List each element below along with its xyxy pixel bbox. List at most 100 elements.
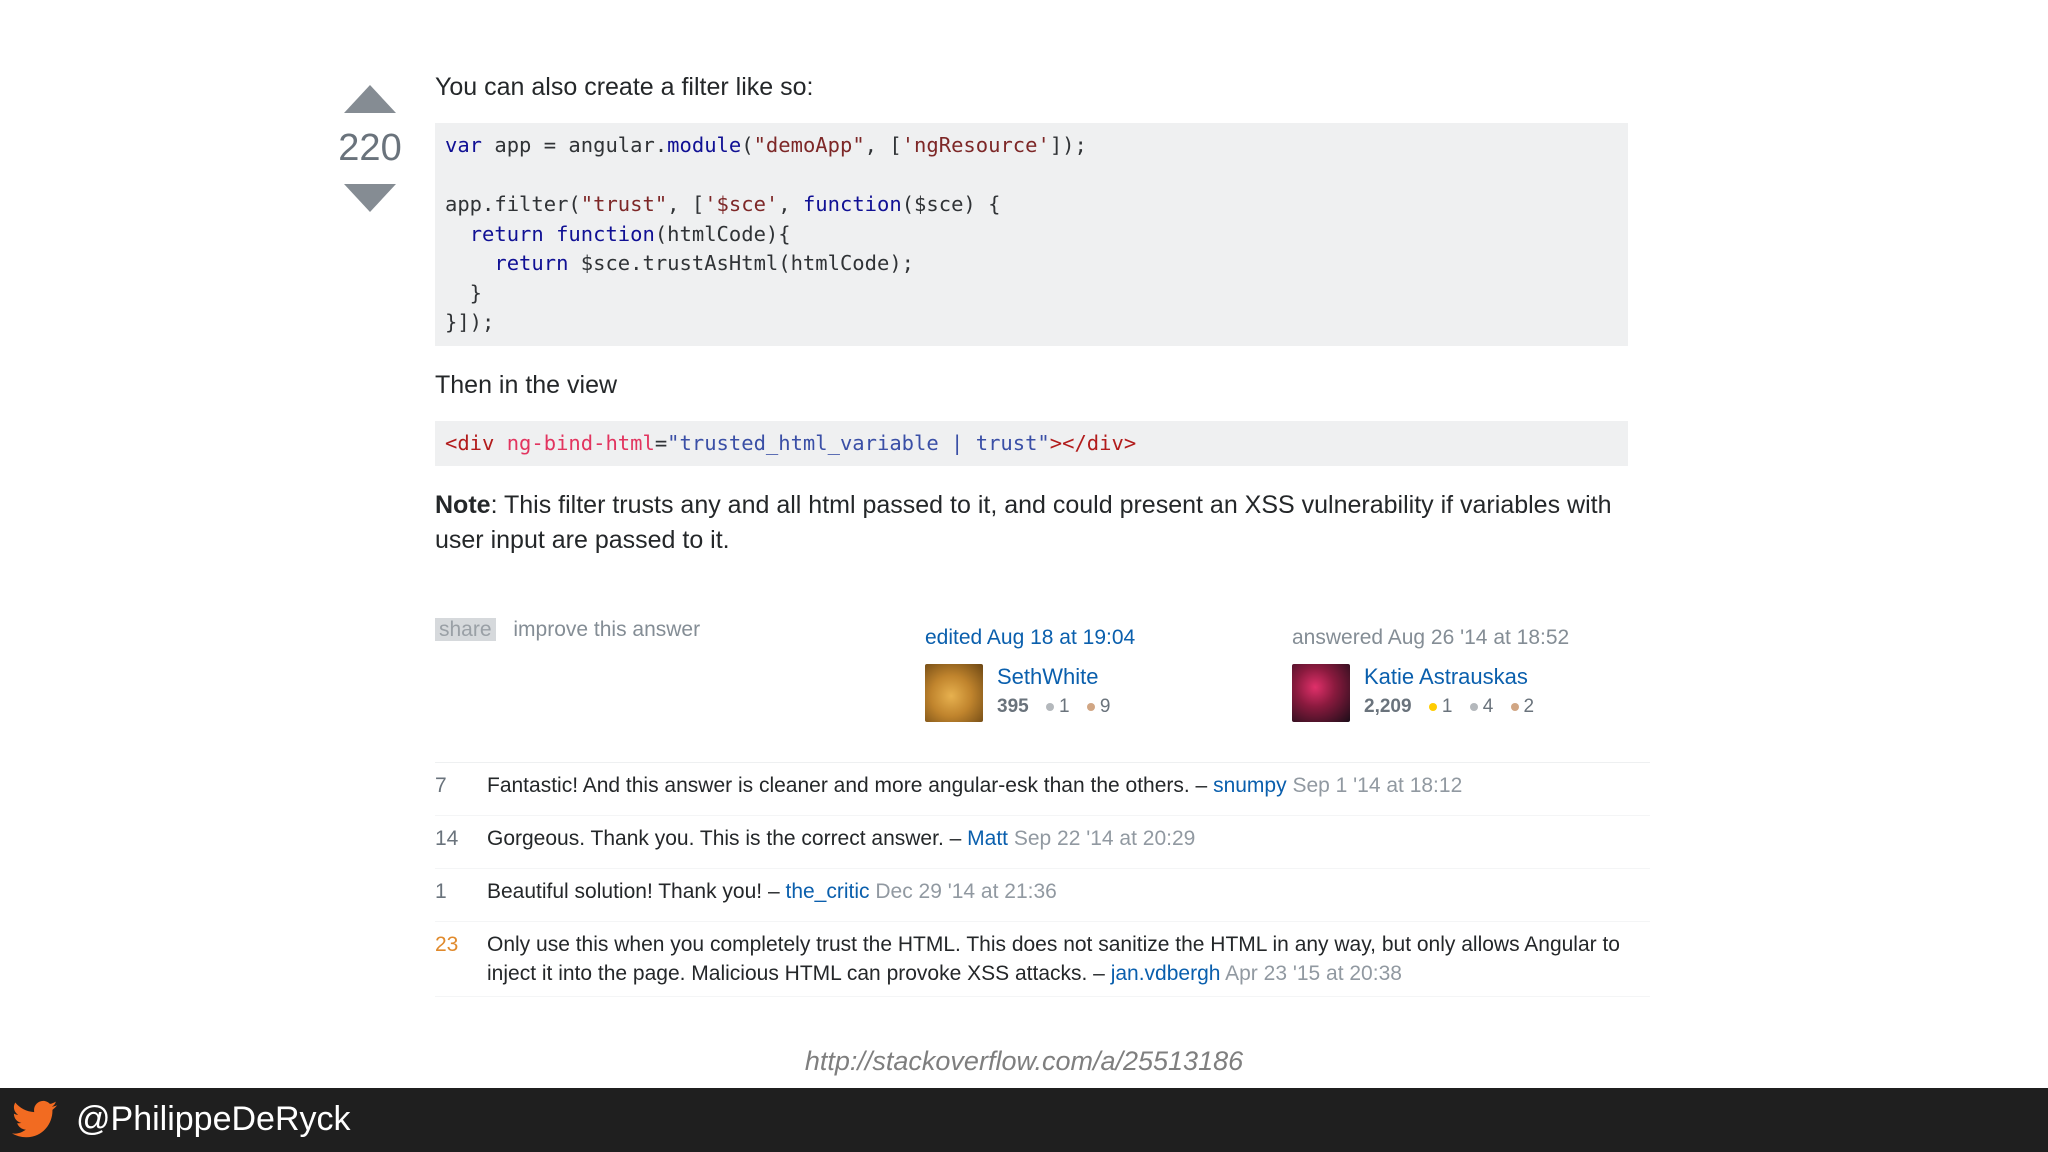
code-token: return <box>494 251 569 275</box>
bronze-badge: 2 <box>1510 696 1535 717</box>
silver-badge: 1 <box>1045 696 1070 717</box>
code-token: = <box>654 430 668 455</box>
comment: 7 Fantastic! And this answer is cleaner … <box>435 763 1650 816</box>
code-block-view: <div ng-bind-html="trusted_html_variable… <box>435 420 1628 466</box>
comment-text: Beautiful solution! Thank you! – <box>487 880 786 903</box>
vote-count: 220 <box>338 127 402 169</box>
reputation-score: 2,209 <box>1364 696 1412 717</box>
code-token: , [ <box>864 133 902 157</box>
silver-badge-icon <box>1469 702 1478 711</box>
bronze-badge-count: 2 <box>1523 696 1535 717</box>
code-token: ng-bind-html <box>506 430 655 455</box>
comment: 1 Beautiful solution! Thank you! – the_c… <box>435 869 1650 922</box>
code-token: module <box>667 133 742 157</box>
note-body: : This filter trusts any and all html pa… <box>435 491 1612 554</box>
view-text: Then in the view <box>435 370 618 399</box>
comment-text: Fantastic! And this answer is cleaner an… <box>487 774 1214 797</box>
editor-card: SethWhite 395 1 9 <box>925 664 1135 722</box>
silver-badge: 4 <box>1469 696 1494 717</box>
bronze-badge: 9 <box>1086 696 1111 717</box>
code-token: , <box>778 192 803 216</box>
code-token: 'ngResource' <box>901 133 1050 157</box>
code-token: } <box>445 280 483 305</box>
comment-date[interactable]: Apr 23 '15 at 20:38 <box>1225 962 1402 985</box>
code-line: app.filter("trust", ['$sce', function($s… <box>445 192 1000 216</box>
gold-badge-icon <box>1428 702 1437 711</box>
code-token: function <box>802 192 902 216</box>
code-token: var <box>445 133 483 157</box>
comment-date[interactable]: Dec 29 '14 at 21:36 <box>875 880 1056 903</box>
gold-badge: 1 <box>1428 696 1452 717</box>
code-token: ( <box>741 133 754 157</box>
bronze-badge-icon <box>1086 702 1095 711</box>
comment-score: 14 <box>435 827 459 850</box>
code-token: ]); <box>1049 133 1087 157</box>
answered-signature: answered Aug 26 '14 at 18:52 Katie Astra… <box>1292 626 1569 722</box>
comment: 14 Gorgeous. Thank you. This is the corr… <box>435 816 1650 869</box>
comment-score: 23 <box>435 933 459 956</box>
avatar[interactable] <box>925 664 983 722</box>
code-token: '$sce' <box>704 192 779 216</box>
code-token: }]); <box>445 310 495 334</box>
edited-time-link[interactable]: edited Aug 18 at 19:04 <box>925 626 1135 650</box>
comment-user-link[interactable]: jan.vdbergh <box>1111 962 1221 985</box>
code-line: <div ng-bind-html="trusted_html_variable… <box>445 431 1136 455</box>
silver-badge-icon <box>1045 702 1054 711</box>
code-token: <div <box>445 430 507 455</box>
comment: 23 Only use this when you completely tru… <box>435 922 1650 997</box>
avatar[interactable] <box>1292 664 1350 722</box>
post-menu: share improve this answer <box>435 618 712 642</box>
comment-score: 7 <box>435 774 447 797</box>
code-token: app.filter( <box>445 192 581 216</box>
comment-text: Gorgeous. Thank you. This is the correct… <box>487 827 968 850</box>
silver-badge-count: 4 <box>1482 696 1494 717</box>
comment-date[interactable]: Sep 1 '14 at 18:12 <box>1292 774 1462 797</box>
code-token: ($sce) { <box>901 192 1001 216</box>
code-token: function <box>556 221 655 246</box>
comment-user-link[interactable]: snumpy <box>1213 774 1287 797</box>
code-token: "trust" <box>580 192 668 216</box>
comments-list: 7 Fantastic! And this answer is cleaner … <box>435 762 1650 997</box>
code-token: , [ <box>667 192 705 216</box>
code-token: "trusted_html_variable | trust" <box>667 430 1050 455</box>
twitter-bird-icon <box>12 1100 58 1138</box>
code-token: app = angular. <box>482 133 668 157</box>
comment-user-link[interactable]: the_critic <box>785 880 869 903</box>
code-token: (htmlCode){ <box>654 221 791 246</box>
bronze-badge-icon <box>1510 702 1519 711</box>
editor-name-link[interactable]: SethWhite <box>997 664 1099 690</box>
answer-post: 220 You can also create a filter like so… <box>330 70 1660 1030</box>
comment-text: Only use this when you completely trust … <box>487 933 1620 985</box>
improve-answer-link[interactable]: improve this answer <box>513 618 700 641</box>
comment-score: 1 <box>435 880 447 903</box>
twitter-handle: @PhilippeDeRyck <box>76 1100 351 1138</box>
comment-date[interactable]: Sep 22 '14 at 20:29 <box>1014 827 1196 850</box>
source-url: http://stackoverflow.com/a/25513186 <box>804 1046 1244 1076</box>
code-token: "demoApp" <box>753 133 865 157</box>
bronze-badge-count: 9 <box>1099 696 1111 717</box>
share-link[interactable]: share <box>435 618 496 641</box>
comment-user-link[interactable]: Matt <box>967 827 1008 850</box>
author-card: Katie Astrauskas 2,209 1 4 2 <box>1292 664 1569 722</box>
author-name-link[interactable]: Katie Astrauskas <box>1364 664 1528 690</box>
answer-body: You can also create a filter like so: va… <box>435 70 1650 558</box>
vote-cell: 220 <box>330 70 410 212</box>
code-token: return <box>469 221 544 246</box>
code-line: var app = angular.module("demoApp", ['ng… <box>445 133 1087 157</box>
slide-footer: @PhilippeDeRyck <box>0 1088 2048 1152</box>
code-block-filter: var app = angular.module("demoApp", ['ng… <box>435 123 1628 346</box>
intro-text: You can also create a filter like so: <box>435 73 814 101</box>
author-reputation: 2,209 1 4 2 <box>1364 696 1534 718</box>
silver-badge-count: 1 <box>1058 696 1070 717</box>
code-line: }]); <box>445 310 494 334</box>
code-line: return function(htmlCode){ <box>445 222 791 246</box>
upvote-arrow-icon[interactable] <box>344 85 396 113</box>
edited-signature: edited Aug 18 at 19:04 SethWhite 395 1 9 <box>925 626 1135 722</box>
code-token: $sce.trustAsHtml(htmlCode); <box>568 251 915 275</box>
downvote-arrow-icon[interactable] <box>344 184 396 212</box>
code-line: return $sce.trustAsHtml(htmlCode); <box>445 251 914 275</box>
code-token: ></div> <box>1049 430 1137 455</box>
